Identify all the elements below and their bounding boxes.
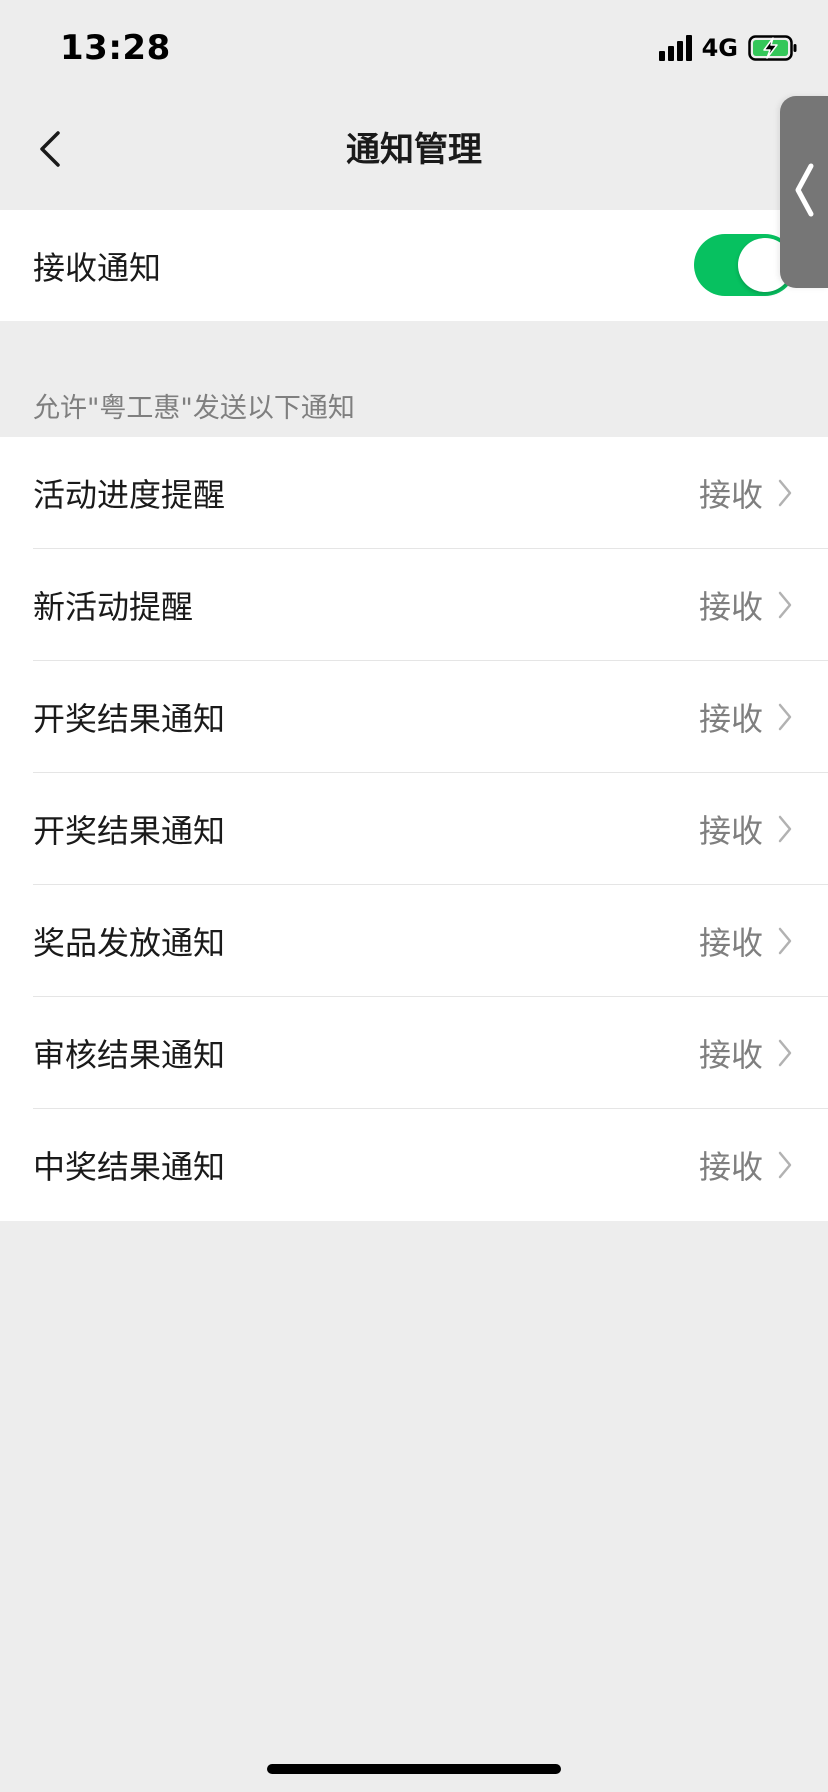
screen: 13:28 4G 通知管理 接收通知 允许"粤工惠"发送以下通知 活动进度提醒 …	[0, 0, 828, 1792]
list-item-label: 新活动提醒	[33, 588, 194, 626]
receive-notification-label: 接收通知	[33, 248, 162, 287]
list-item-label: 审核结果通知	[33, 1036, 226, 1074]
status-indicators: 4G	[658, 34, 798, 62]
list-item[interactable]: 活动进度提醒 接收	[0, 437, 828, 549]
list-item-status: 接收	[698, 924, 763, 962]
list-item-status: 接收	[698, 1148, 763, 1186]
list-item-label: 活动进度提醒	[33, 476, 226, 514]
chevron-right-icon	[775, 813, 795, 845]
list-item-label: 奖品发放通知	[33, 924, 226, 962]
side-handle-button[interactable]	[780, 96, 828, 288]
list-item[interactable]: 开奖结果通知 接收	[0, 661, 828, 773]
home-indicator[interactable]	[267, 1764, 561, 1774]
chevron-right-icon	[775, 925, 795, 957]
list-item[interactable]: 新活动提醒 接收	[0, 549, 828, 661]
chevron-right-icon	[775, 477, 795, 509]
battery-charging-icon	[748, 35, 798, 61]
list-item-label: 中奖结果通知	[33, 1148, 226, 1186]
status-bar: 13:28 4G	[0, 0, 828, 92]
signal-icon	[658, 35, 692, 61]
chevron-right-icon	[775, 1037, 795, 1069]
status-time: 13:28	[60, 28, 171, 68]
list-item[interactable]: 审核结果通知 接收	[0, 997, 828, 1109]
receive-notification-row: 接收通知	[0, 210, 828, 321]
list-item-status: 接收	[698, 812, 763, 850]
list-item[interactable]: 中奖结果通知 接收	[0, 1109, 828, 1221]
chevron-left-icon	[793, 162, 815, 222]
list-item[interactable]: 开奖结果通知 接收	[0, 773, 828, 885]
chevron-right-icon	[775, 1149, 795, 1181]
page-title: 通知管理	[346, 130, 482, 170]
list-item-label: 开奖结果通知	[33, 700, 226, 738]
list-item[interactable]: 奖品发放通知 接收	[0, 885, 828, 997]
list-item-status: 接收	[698, 700, 763, 738]
network-label: 4G	[701, 34, 738, 62]
list-item-label: 开奖结果通知	[33, 812, 226, 850]
list-item-status: 接收	[698, 476, 763, 514]
chevron-right-icon	[775, 701, 795, 733]
list-item-status: 接收	[698, 588, 763, 626]
section-header: 允许"粤工惠"发送以下通知	[33, 393, 355, 424]
notification-list: 活动进度提醒 接收 新活动提醒 接收 开奖结果通知 接收 开奖结果通知 接收 奖…	[0, 437, 828, 1221]
chevron-right-icon	[775, 589, 795, 621]
nav-bar: 通知管理	[0, 92, 828, 210]
list-item-status: 接收	[698, 1036, 763, 1074]
